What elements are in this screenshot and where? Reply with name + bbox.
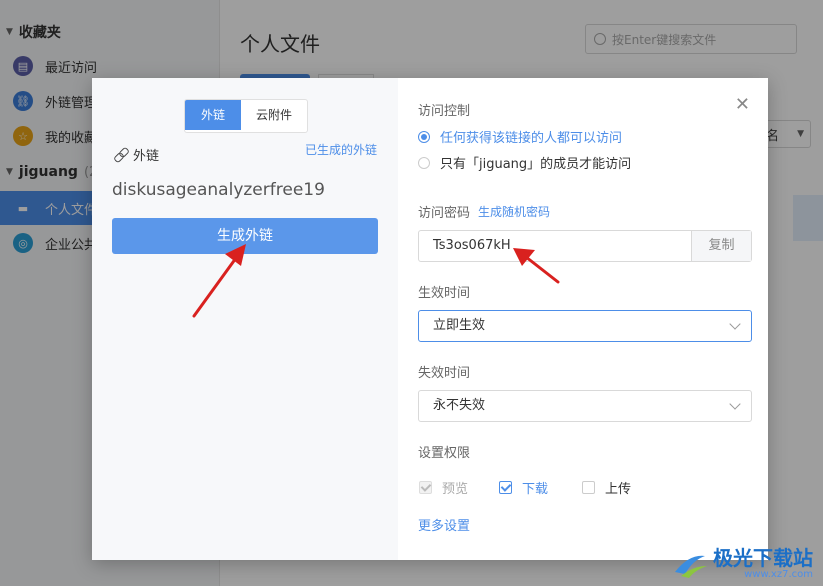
watermark-url: www.xz7.com [744,569,813,580]
arrow-to-generate-button [192,244,246,318]
watermark: 极光下载站 www.xz7.com [671,547,813,580]
annotation-arrows [192,244,560,318]
arrow-to-password [513,248,560,284]
watermark-logo-icon [671,548,709,580]
watermark-title: 极光下载站 [713,546,813,570]
